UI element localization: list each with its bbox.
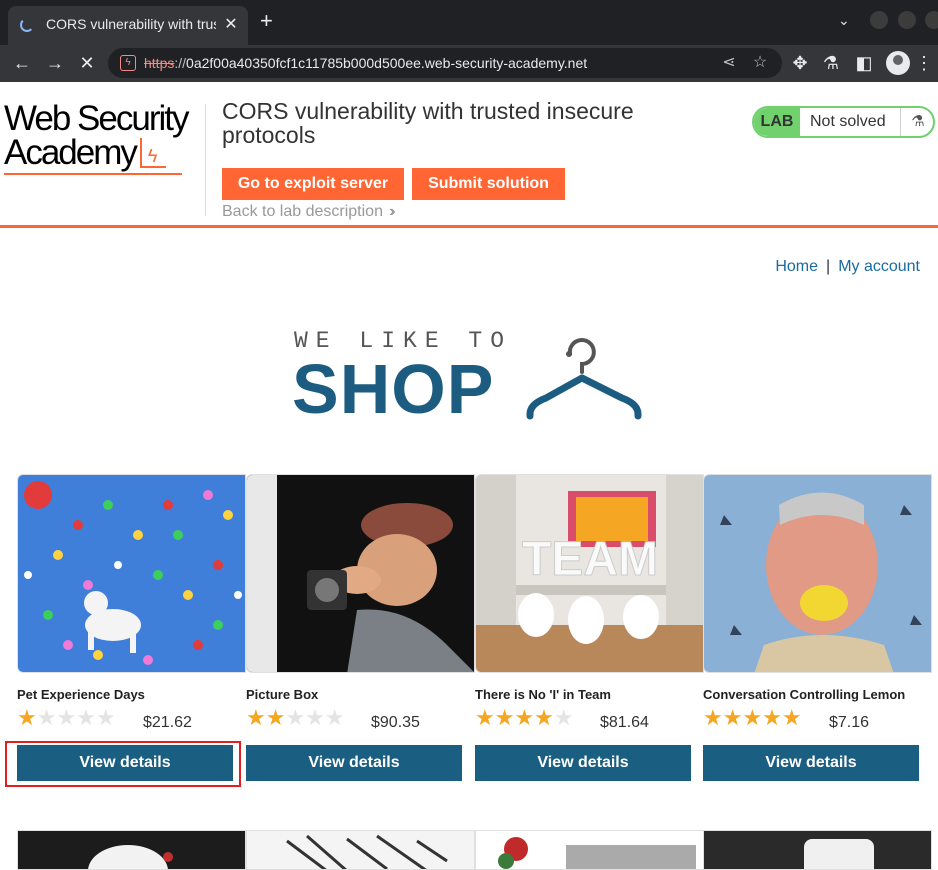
account-nav: Home | My account (775, 258, 920, 276)
side-panel-icon[interactable]: ◧ (852, 51, 876, 75)
product-image-camera-figure (246, 474, 475, 673)
tab-title: CORS vulnerability with trusted insecure… (46, 16, 216, 32)
product-image-partial (246, 830, 475, 870)
browser-toolbar: ← → ✕ ϟ https://0a2f00a40350fcf1c11785b0… (0, 45, 938, 82)
url-scheme: https (144, 55, 175, 71)
url-text[interactable]: https://0a2f00a40350fcf1c11785b000d500ee… (144, 55, 587, 71)
stop-loading-icon[interactable]: ✕ (75, 51, 99, 75)
product-name: Conversation Controlling Lemon (703, 687, 906, 702)
logo-line-2-text: Academy (4, 133, 138, 172)
share-icon[interactable]: ⋖ (718, 52, 740, 72)
coat-hanger-icon (526, 338, 642, 420)
url-separator: :// (174, 55, 187, 71)
banner-title: SHOP (292, 350, 495, 428)
address-bar[interactable]: ϟ https://0a2f00a40350fcf1c11785b000d500… (108, 48, 782, 78)
product-image-partial (703, 830, 932, 870)
back-arrow-icon[interactable]: ← (10, 51, 34, 75)
product-image-team-room: TEAM (475, 474, 704, 673)
logo-line-1: Web Security (4, 99, 190, 138)
forward-arrow-icon[interactable]: → (43, 51, 67, 75)
new-tab-button[interactable]: + (260, 10, 273, 32)
tab-close-icon[interactable]: ✕ (222, 14, 240, 34)
bookmark-star-icon[interactable]: ☆ (749, 52, 771, 72)
product-image-lemon-face (703, 474, 932, 673)
view-details-button[interactable]: View details (475, 745, 691, 781)
logo-bolt-icon (139, 138, 166, 173)
lab-status-badge: LAB Not solved ⚗ (752, 106, 935, 138)
tab-search-chevron-icon[interactable]: ⌄ (838, 12, 850, 29)
view-details-button[interactable]: View details (246, 745, 462, 781)
web-security-academy-logo[interactable]: Web Security Academy (4, 99, 204, 175)
double-chevron-icon: ›› (388, 203, 395, 220)
view-details-button[interactable]: View details (703, 745, 919, 781)
svg-text:TEAM: TEAM (522, 533, 658, 586)
star-icon: ★★ (246, 705, 286, 730)
star-icon: ★★★ (285, 705, 345, 730)
labs-flask-icon[interactable]: ⚗ (819, 51, 843, 75)
product-price: $90.35 (371, 714, 420, 731)
submit-solution-button[interactable]: Submit solution (412, 168, 565, 200)
product-price: $7.16 (829, 714, 870, 731)
header-divider (205, 104, 206, 216)
annotation-highlight-box (5, 741, 241, 787)
lab-status-text: Not solved (810, 113, 886, 130)
star-icon: ★★★★★ (703, 705, 802, 730)
extensions-puzzle-icon[interactable]: ✥ (788, 51, 812, 75)
url-host: 0a2f00a40350fcf1c11785b000d500ee.web-sec… (186, 55, 588, 71)
lab-title: CORS vulnerability with trusted insecure… (222, 98, 634, 148)
product-price: $21.62 (143, 714, 192, 731)
home-link[interactable]: Home (775, 258, 818, 275)
logo-line-2: Academy (4, 133, 204, 173)
product-image-partial (17, 830, 246, 870)
menu-dots-icon[interactable]: ⋮ (912, 51, 936, 75)
star-icon: ★★★★ (36, 705, 116, 730)
nav-separator: | (826, 258, 831, 275)
profile-avatar[interactable] (886, 51, 910, 75)
lab-tag: LAB (754, 108, 800, 136)
back-to-lab-description-link[interactable]: Back to lab description ›› (222, 203, 395, 221)
product-name: Picture Box (246, 687, 319, 702)
logo-underline (4, 173, 182, 175)
product-price: $81.64 (600, 714, 649, 731)
rating-stars: ★★★★★ (17, 706, 116, 730)
product-name: There is No 'I' in Team (475, 687, 611, 702)
exploit-server-button[interactable]: Go to exploit server (222, 168, 404, 200)
not-secure-icon[interactable]: ϟ (120, 55, 136, 71)
product-image-balloons (17, 474, 246, 673)
minimize-button[interactable] (870, 11, 888, 29)
my-account-link[interactable]: My account (838, 258, 920, 275)
browser-tab-bar: CORS vulnerability with trusted insecure… (0, 0, 938, 45)
product-image-partial (475, 830, 704, 870)
rating-stars: ★★★★★ (475, 706, 574, 730)
star-icon: ★★★★ (475, 705, 554, 730)
star-icon: ★ (17, 705, 37, 730)
flask-icon: ⚗ (900, 108, 933, 136)
maximize-button[interactable] (898, 11, 916, 29)
back-link-label: Back to lab description (222, 203, 383, 220)
rating-stars: ★★★★★ (246, 706, 345, 730)
star-icon: ★ (553, 705, 574, 730)
product-name: Pet Experience Days (17, 687, 145, 702)
shop-banner: WE LIKE TO SHOP (292, 328, 652, 428)
rating-stars: ★★★★★ (703, 706, 802, 730)
lab-header: Web Security Academy CORS vulnerability … (0, 82, 938, 228)
loading-icon (20, 18, 34, 32)
close-window-button[interactable] (925, 11, 938, 29)
browser-tab[interactable]: CORS vulnerability with trusted insecure… (8, 6, 248, 45)
